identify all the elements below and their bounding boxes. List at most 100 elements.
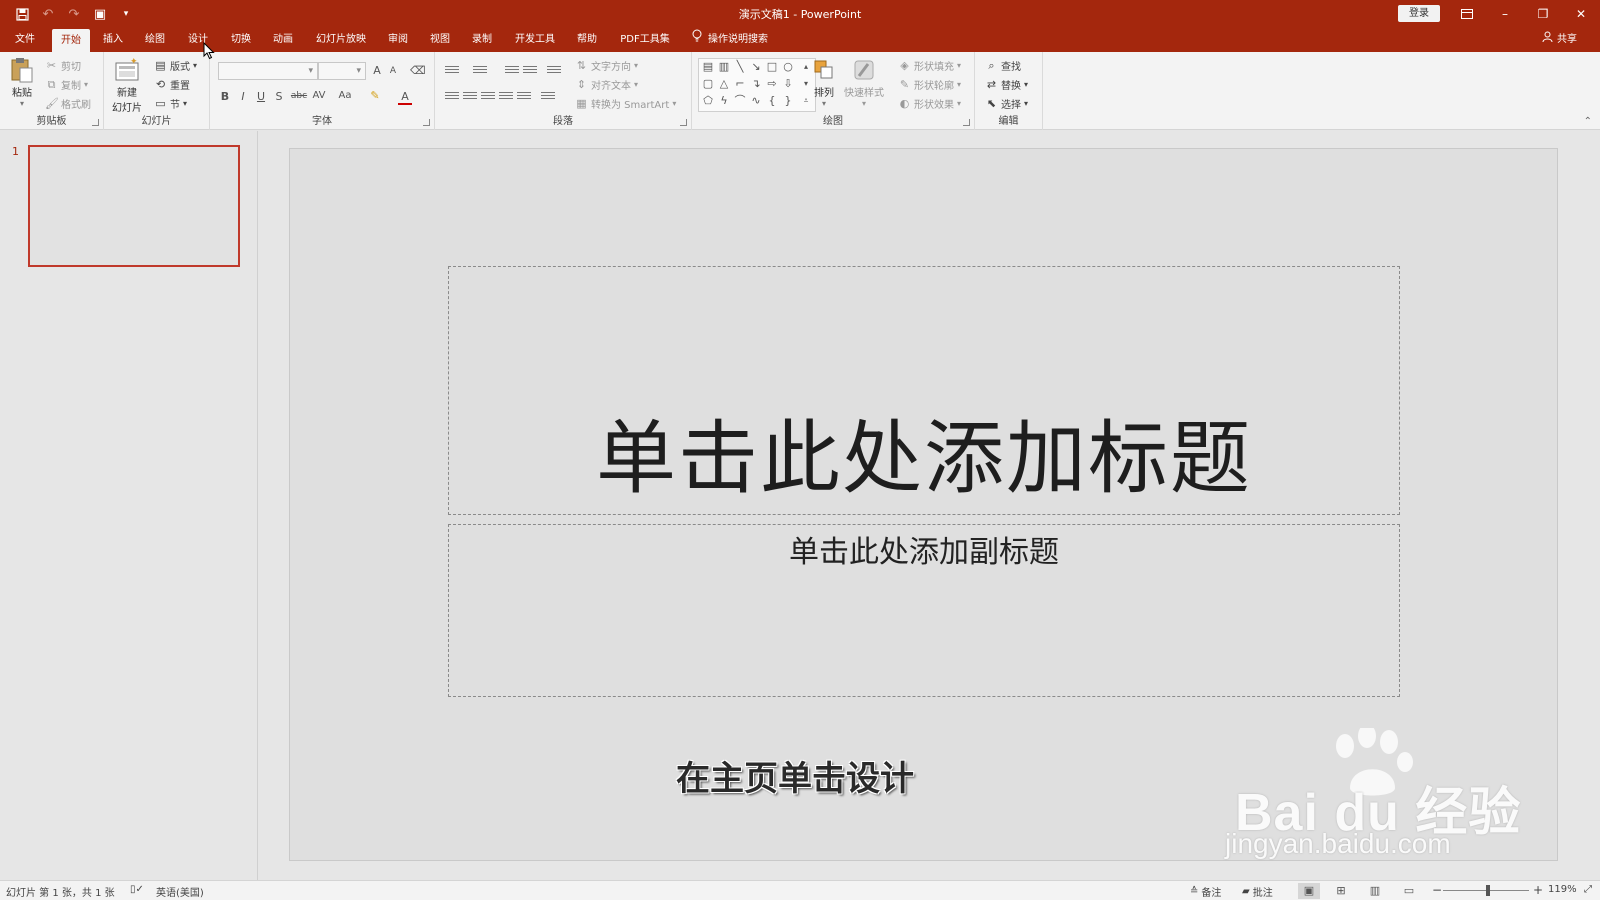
shape-effects-button[interactable]: ◐ 形状效果 ▾ xyxy=(898,96,961,111)
tab-animations[interactable]: 动画 xyxy=(268,28,298,52)
fit-slide-icon[interactable]: ⤢ xyxy=(1584,884,1592,895)
numbering-icon[interactable] xyxy=(473,66,487,78)
right-arrow-shape-icon[interactable]: ⇨ xyxy=(765,77,779,91)
tab-draw[interactable]: 绘图 xyxy=(140,28,170,52)
paste-button[interactable]: 粘贴 ▾ xyxy=(8,56,36,108)
tab-insert[interactable]: 插入 xyxy=(98,28,128,52)
rounded-rect-shape-icon[interactable]: ▢ xyxy=(701,77,715,91)
shape-outline-button[interactable]: ✎ 形状轮廓 ▾ xyxy=(898,77,961,92)
distributed-icon[interactable] xyxy=(517,92,531,104)
layout-button[interactable]: ▤ 版式 ▾ xyxy=(154,58,197,73)
replace-button[interactable]: ⇄ 替换 ▾ xyxy=(985,77,1028,92)
paste-dropdown-icon[interactable]: ▾ xyxy=(20,99,24,108)
tab-slideshow[interactable]: 幻灯片放映 xyxy=(312,28,370,52)
minimize-icon[interactable]: – xyxy=(1486,2,1524,26)
zoom-level[interactable]: 119% xyxy=(1548,884,1577,895)
font-launcher-icon[interactable] xyxy=(423,119,430,126)
align-text-button[interactable]: ⇕ 对齐文本 ▾ xyxy=(575,77,638,92)
shapes-gallery[interactable]: ▤ ▥ ╲ ↘ □ ○ ▢ △ ⌐ ↴ ⇨ ⇩ ⬠ ϟ ⌒ ∿ { } ▴ ▾ … xyxy=(698,58,816,112)
spellcheck-icon[interactable]: ▯✓ xyxy=(130,884,144,895)
tab-review[interactable]: 审阅 xyxy=(383,28,413,52)
curve-shape-icon[interactable]: ∿ xyxy=(749,94,763,108)
down-arrow-shape-icon[interactable]: ⇩ xyxy=(781,77,795,91)
reset-button[interactable]: ⟲ 重置 xyxy=(154,77,190,92)
paragraph-launcher-icon[interactable] xyxy=(680,119,687,126)
decrease-indent-icon[interactable] xyxy=(505,66,519,78)
restore-icon[interactable]: ❐ xyxy=(1524,2,1562,26)
columns-icon[interactable] xyxy=(541,92,555,104)
cut-button[interactable]: ✂ 剪切 xyxy=(45,58,81,73)
strikethrough-button[interactable]: abc xyxy=(290,91,308,101)
slideshow-view-icon[interactable]: ▭ xyxy=(1398,883,1420,899)
tab-record[interactable]: 录制 xyxy=(467,28,497,52)
textbox-shape-icon[interactable]: ▤ xyxy=(701,60,715,74)
elbow-connector-shape-icon[interactable]: ⌐ xyxy=(733,77,747,91)
oval-shape-icon[interactable]: ○ xyxy=(781,60,795,74)
slide-thumbnail[interactable] xyxy=(28,145,240,267)
text-shadow-button[interactable]: S xyxy=(272,90,286,103)
find-button[interactable]: ⌕ 查找 xyxy=(985,58,1021,73)
font-name-combo[interactable]: ▾ xyxy=(218,62,318,80)
highlight-icon[interactable]: ✎ xyxy=(368,89,382,102)
slide-sorter-view-icon[interactable]: ⊞ xyxy=(1330,883,1352,899)
rectangle-shape-icon[interactable]: □ xyxy=(765,60,779,74)
arc-shape-icon[interactable]: ⌒ xyxy=(733,94,747,108)
copy-button[interactable]: ⧉ 复制 ▾ xyxy=(45,77,88,92)
font-size-combo[interactable]: ▾ xyxy=(318,62,366,80)
ribbon-display-options-icon[interactable] xyxy=(1448,2,1486,26)
text-direction-button[interactable]: ⇅ 文字方向 ▾ xyxy=(575,58,638,73)
reading-view-icon[interactable]: ▥ xyxy=(1364,883,1386,899)
close-icon[interactable]: ✕ xyxy=(1562,2,1600,26)
bullets-icon[interactable] xyxy=(445,66,459,78)
tab-home[interactable]: 开始 xyxy=(52,29,90,52)
normal-view-icon[interactable]: ▣ xyxy=(1298,883,1320,899)
convert-smartart-button[interactable]: ▦ 转换为 SmartArt ▾ xyxy=(575,96,676,111)
zoom-slider-thumb[interactable] xyxy=(1485,885,1490,896)
share-button[interactable]: 共享 xyxy=(1542,28,1577,52)
justify-icon[interactable] xyxy=(499,92,513,104)
slide-counter[interactable]: 幻灯片 第 1 张，共 1 张 xyxy=(6,884,115,899)
language-indicator[interactable]: 英语(美国) xyxy=(156,884,204,899)
tab-transitions[interactable]: 切换 xyxy=(226,28,256,52)
clipboard-launcher-icon[interactable] xyxy=(92,119,99,126)
underline-button[interactable]: U xyxy=(254,90,268,103)
line-shape-icon[interactable]: ╲ xyxy=(733,60,747,74)
subtitle-placeholder[interactable]: 单击此处添加副标题 xyxy=(448,524,1400,697)
collapse-ribbon-icon[interactable]: ⌃ xyxy=(1584,116,1592,127)
left-brace-shape-icon[interactable]: { xyxy=(765,94,779,108)
quick-styles-button[interactable]: 快速样式 ▾ xyxy=(844,56,884,108)
tab-help[interactable]: 帮助 xyxy=(572,28,602,52)
change-case-button[interactable]: Aa xyxy=(336,90,354,101)
format-painter-button[interactable]: 🖌 格式刷 xyxy=(45,96,91,111)
select-button[interactable]: ⬉ 选择 ▾ xyxy=(985,96,1028,111)
character-spacing-button[interactable]: AV xyxy=(310,90,328,101)
clear-formatting-icon[interactable]: ⌫ xyxy=(410,64,426,77)
lightning-shape-icon[interactable]: ϟ xyxy=(717,94,731,108)
align-right-icon[interactable] xyxy=(481,92,495,104)
elbow-arrow-shape-icon[interactable]: ↴ xyxy=(749,77,763,91)
drawing-launcher-icon[interactable] xyxy=(963,119,970,126)
pentagon-shape-icon[interactable]: ⬠ xyxy=(701,94,715,108)
align-left-icon[interactable] xyxy=(445,92,459,104)
arrange-button[interactable]: 排列 ▾ xyxy=(810,56,838,108)
shape-fill-button[interactable]: ◈ 形状填充 ▾ xyxy=(898,58,961,73)
tab-view[interactable]: 视图 xyxy=(425,28,455,52)
bold-button[interactable]: B xyxy=(218,90,232,103)
align-center-icon[interactable] xyxy=(463,92,477,104)
title-placeholder[interactable]: 单击此处添加标题 xyxy=(448,266,1400,515)
grow-font-icon[interactable]: A xyxy=(370,64,384,77)
new-slide-button[interactable]: ✦ 新建 幻灯片 xyxy=(112,56,142,114)
triangle-shape-icon[interactable]: △ xyxy=(717,77,731,91)
zoom-out-button[interactable]: − xyxy=(1432,883,1442,897)
vertical-textbox-shape-icon[interactable]: ▥ xyxy=(717,60,731,74)
tab-pdf-tools[interactable]: PDF工具集 xyxy=(614,28,676,52)
increase-indent-icon[interactable] xyxy=(523,66,537,78)
login-button[interactable]: 登录 xyxy=(1398,5,1440,22)
comments-button[interactable]: ▰ 批注 xyxy=(1242,884,1273,899)
section-button[interactable]: ▭ 节 ▾ xyxy=(154,96,187,111)
italic-button[interactable]: I xyxy=(236,90,250,103)
tab-developer[interactable]: 开发工具 xyxy=(510,28,560,52)
tab-file[interactable]: 文件 xyxy=(10,28,40,52)
font-color-button[interactable]: A xyxy=(398,90,412,105)
line-spacing-icon[interactable] xyxy=(547,66,561,78)
